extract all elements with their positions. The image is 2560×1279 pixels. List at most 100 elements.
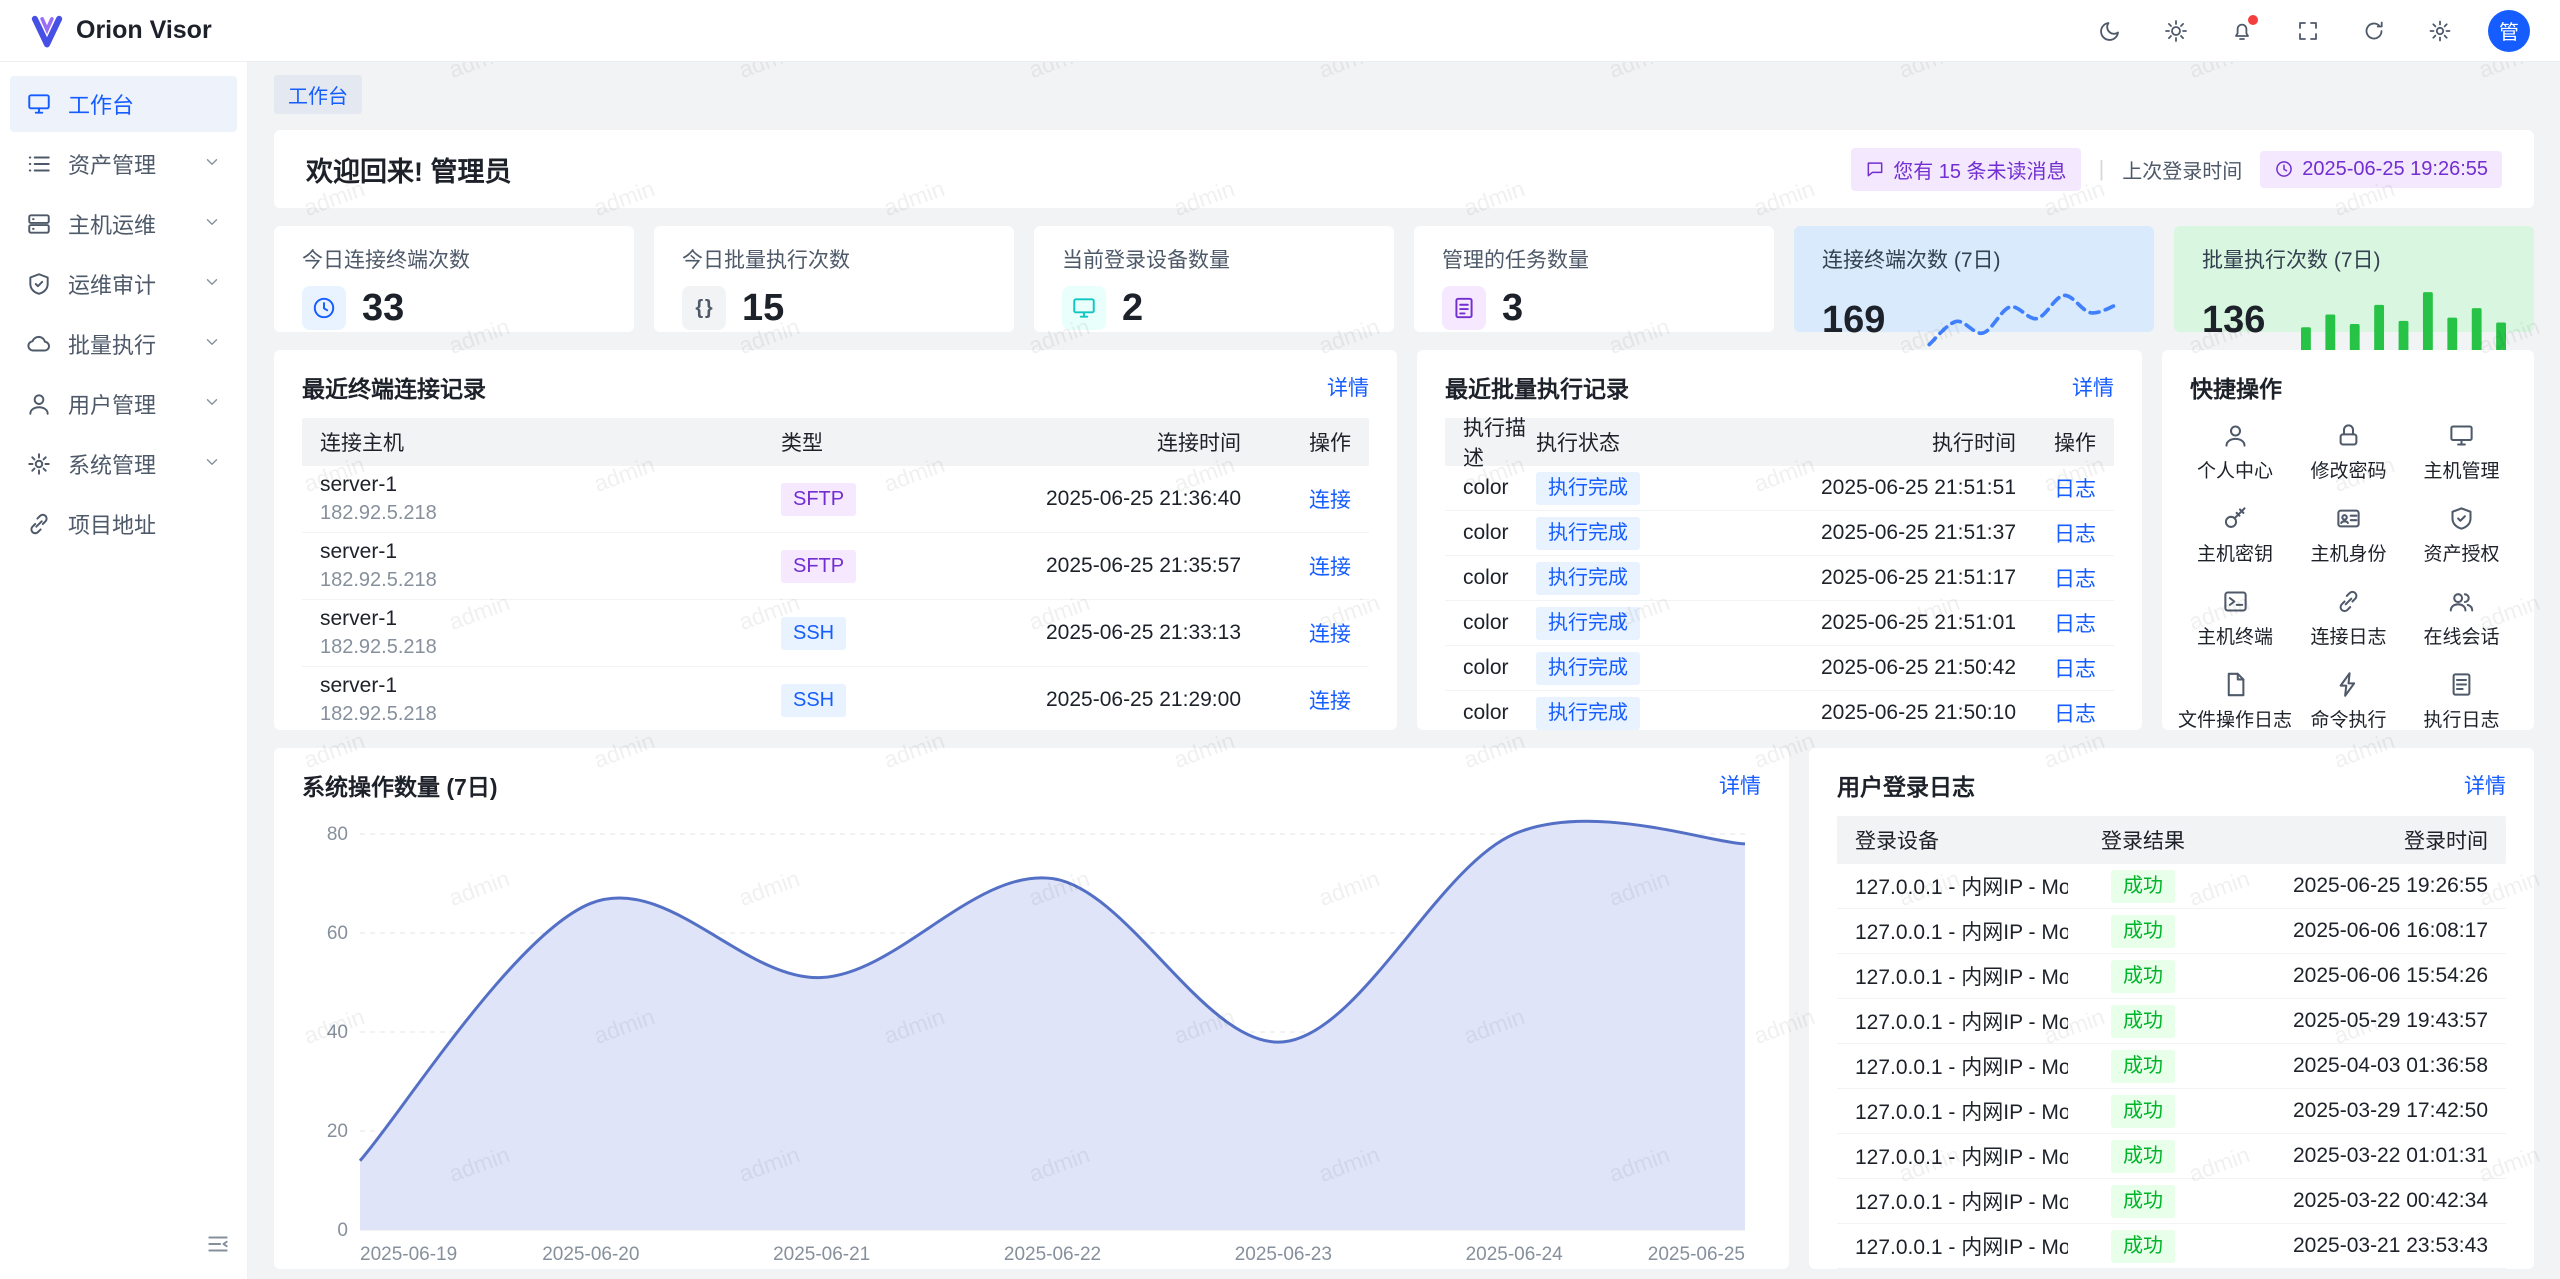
chevron-down-icon <box>203 331 221 357</box>
user-avatar[interactable]: 管 <box>2488 10 2530 52</box>
connect-link[interactable]: 连接 <box>1309 556 1351 579</box>
terminal-records-detail-link[interactable]: 详情 <box>1327 372 1369 402</box>
login-result-badge: 成功 <box>2111 915 2175 948</box>
middle-row: 最近终端连接记录 详情 连接主机 类型 连接时间 操作 <box>274 350 2534 730</box>
moon-icon[interactable] <box>2092 13 2128 49</box>
quick-action-change-password[interactable]: 修改密码 <box>2292 422 2405 483</box>
shield-icon <box>2448 505 2475 532</box>
quick-action-online-session[interactable]: 在线会话 <box>2405 588 2518 649</box>
protocol-tag: SFTP <box>781 483 856 516</box>
fullscreen-icon[interactable] <box>2290 13 2326 49</box>
batch-exec-icon <box>26 331 52 357</box>
sidebar-item-label: 运维审计 <box>68 268 156 300</box>
sidebar-item-assets[interactable]: 资产管理 <box>10 136 237 192</box>
login-device: 127.0.0.1 - 内网IP - Mozilla/5.0 (Windows … <box>1855 871 2068 901</box>
stats-row: 今日连接终端次数 33 今日批量执行次数 { } 15 当前登录设备数量 <box>274 226 2534 332</box>
connect-time: 2025-06-25 21:29:00 <box>931 688 1241 712</box>
log-link[interactable]: 日志 <box>2054 658 2096 681</box>
login-device: 127.0.0.1 - 内网IP - Mozilla/5.0 (Windows … <box>1855 1096 2068 1126</box>
connect-time: 2025-06-25 21:35:57 <box>931 554 1241 578</box>
quick-action-exec-log[interactable]: 执行日志 <box>2405 671 2518 732</box>
sidebar-item-system-manage[interactable]: 系统管理 <box>10 436 237 492</box>
svg-text:40: 40 <box>327 1022 348 1043</box>
breadcrumb: 工作台 <box>274 76 2534 112</box>
quick-action-personal-center[interactable]: 个人中心 <box>2178 422 2292 483</box>
log-link[interactable]: 日志 <box>2054 613 2096 636</box>
exec-description: color <box>1463 656 1536 680</box>
login-device: 127.0.0.1 - 内网IP - Mozilla/5.0 (Windows … <box>1855 1051 2068 1081</box>
quick-action-file-log[interactable]: 文件操作日志 <box>2178 671 2292 732</box>
quick-action-host-manage[interactable]: 主机管理 <box>2405 422 2518 483</box>
svg-text:0: 0 <box>337 1220 348 1241</box>
sidebar-item-batch-exec[interactable]: 批量执行 <box>10 316 237 372</box>
main-layout: 工作台 资产管理 主机运维 运维审计 批量执行 <box>0 62 2560 1279</box>
sun-icon[interactable] <box>2158 13 2194 49</box>
host-name: server-1 <box>320 605 781 633</box>
sidebar-item-host-ops[interactable]: 主机运维 <box>10 196 237 252</box>
column-header: 执行时间 <box>1716 427 2016 457</box>
quick-action-host-key[interactable]: 主机密钥 <box>2178 505 2292 566</box>
table-row: color 执行完成 2025-06-25 21:51:51 日志 <box>1445 466 2114 511</box>
document-icon <box>2448 671 2475 698</box>
host-ip: 182.92.5.218 <box>320 634 781 661</box>
login-time: 2025-05-29 19:43:57 <box>2218 1009 2488 1033</box>
system-ops-title: 系统操作数量 (7日) <box>302 768 498 802</box>
exec-time: 2025-06-25 21:51:37 <box>1716 521 2016 545</box>
quick-action-command-exec[interactable]: 命令执行 <box>2292 671 2405 732</box>
clock-icon <box>302 286 346 330</box>
log-link[interactable]: 日志 <box>2054 523 2096 546</box>
connect-link[interactable]: 连接 <box>1309 489 1351 512</box>
host-ip: 182.92.5.218 <box>320 567 781 594</box>
login-device: 127.0.0.1 - 内网IP - Mozilla/5.0 (Windows … <box>1855 961 2068 991</box>
terminal-icon <box>2222 588 2249 615</box>
stat-card-tasks: 管理的任务数量 3 <box>1414 226 1774 332</box>
settings-icon[interactable] <box>2422 13 2458 49</box>
sidebar-item-user-manage[interactable]: 用户管理 <box>10 376 237 432</box>
quick-action-host-terminal[interactable]: 主机终端 <box>2178 588 2292 649</box>
log-link[interactable]: 日志 <box>2054 703 2096 726</box>
sidebar-item-label: 工作台 <box>68 88 134 120</box>
exec-time: 2025-06-25 21:51:01 <box>1716 611 2016 635</box>
system-ops-detail-link[interactable]: 详情 <box>1719 770 1761 800</box>
status-badge: 执行完成 <box>1536 697 1640 730</box>
sidebar-item-project-link[interactable]: 项目地址 <box>10 496 237 552</box>
batch-records-detail-link[interactable]: 详情 <box>2072 372 2114 402</box>
refresh-icon[interactable] <box>2356 13 2392 49</box>
breadcrumb-item[interactable]: 工作台 <box>274 75 362 114</box>
connect-link[interactable]: 连接 <box>1309 623 1351 646</box>
quick-action-host-identity[interactable]: 主机身份 <box>2292 505 2405 566</box>
table-row: 127.0.0.1 - 内网IP - Mozilla/5.0 (Windows … <box>1837 1179 2506 1224</box>
table-row: 127.0.0.1 - 内网IP - Mozilla/5.0 (Windows … <box>1837 1089 2506 1134</box>
login-device: 127.0.0.1 - 内网IP - Mozilla/5.0 (Windows … <box>1855 1006 2068 1036</box>
app-root: Orion Visor 管 <box>0 0 2560 1279</box>
logo-icon <box>30 14 64 48</box>
sidebar-item-audit[interactable]: 运维审计 <box>10 256 237 312</box>
sidebar-item-workbench[interactable]: 工作台 <box>10 76 237 132</box>
log-link[interactable]: 日志 <box>2054 478 2096 501</box>
unread-messages-badge[interactable]: 您有 15 条未读消息 <box>1851 148 2080 191</box>
sidebar-item-label: 主机运维 <box>68 208 156 240</box>
login-log-detail-link[interactable]: 详情 <box>2464 770 2506 800</box>
login-time: 2025-06-25 19:26:55 <box>2218 874 2488 898</box>
table-row: 127.0.0.1 - 内网IP - Mozilla/5.0 (Windows … <box>1837 954 2506 999</box>
table-row: 127.0.0.1 - 内网IP - Mozilla/5.0 (Windows … <box>1837 1134 2506 1179</box>
column-header: 执行描述 <box>1463 412 1536 472</box>
chevron-down-icon <box>203 211 221 237</box>
sidebar: 工作台 资产管理 主机运维 运维审计 批量执行 <box>0 62 248 1279</box>
log-link[interactable]: 日志 <box>2054 568 2096 591</box>
project-link-icon <box>26 511 52 537</box>
connect-link[interactable]: 连接 <box>1309 690 1351 713</box>
sidebar-item-label: 资产管理 <box>68 148 156 180</box>
content: 工作台 欢迎回来! 管理员 您有 15 条未读消息 | 上次登录时间 2025-… <box>248 62 2560 1279</box>
bell-icon[interactable] <box>2224 13 2260 49</box>
login-result-badge: 成功 <box>2111 870 2175 903</box>
quick-action-connect-log[interactable]: 连接日志 <box>2292 588 2405 649</box>
terminal-records-card: 最近终端连接记录 详情 连接主机 类型 连接时间 操作 <box>274 350 1397 730</box>
collapse-sidebar-button[interactable] <box>205 1231 231 1263</box>
stat-card-batch-7d: 批量执行次数 (7日) 136 <box>2174 226 2534 332</box>
table-row: 127.0.0.1 - 内网IP - Mozilla/5.0 (Windows … <box>1837 1044 2506 1089</box>
connect-time: 2025-06-25 21:33:13 <box>931 621 1241 645</box>
quick-action-asset-grant[interactable]: 资产授权 <box>2405 505 2518 566</box>
quick-actions-grid: 个人中心 修改密码 主机管理 主机密钥 <box>2162 418 2534 736</box>
message-icon <box>1865 159 1885 179</box>
